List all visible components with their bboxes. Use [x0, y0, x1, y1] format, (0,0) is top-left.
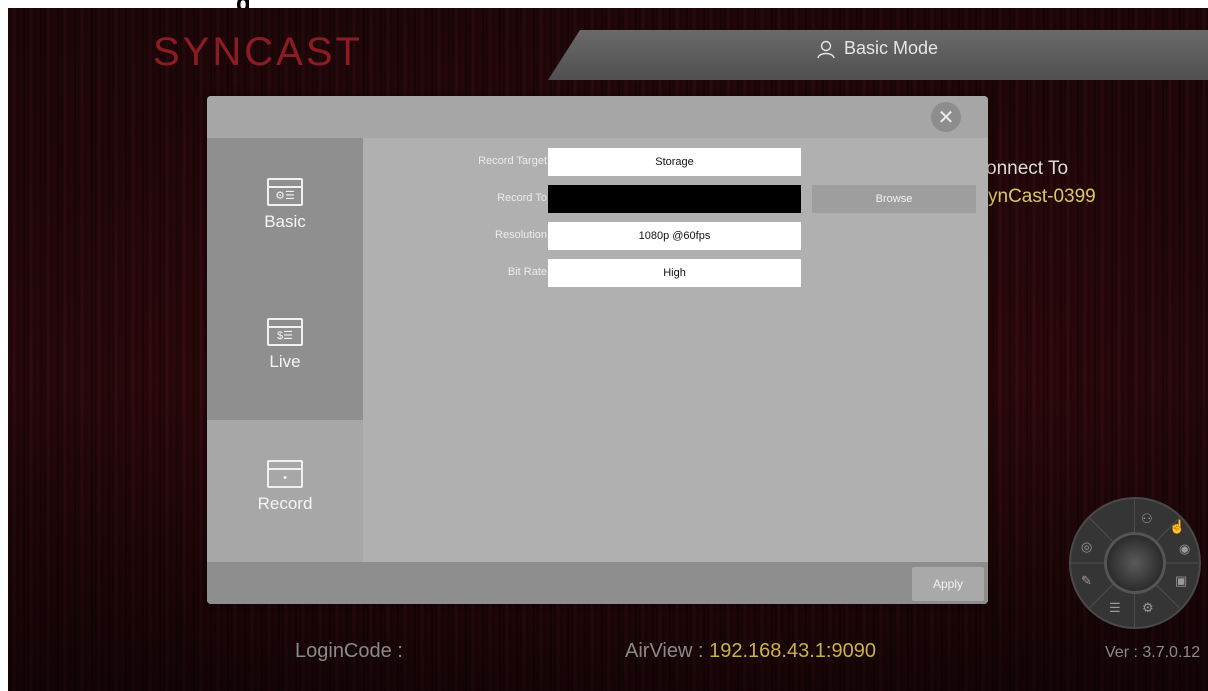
basic-icon-glyph: ⚙☰	[275, 190, 295, 202]
hand-icon[interactable]: ☝	[1169, 519, 1185, 535]
record-icon-glyph: •	[283, 472, 287, 484]
airview-label: AirView :	[625, 640, 710, 662]
record-settings-icon: •	[267, 460, 303, 488]
basic-settings-icon: ⚙☰	[267, 178, 303, 206]
gear-icon[interactable]: ⚙	[1142, 600, 1154, 616]
airview-info: AirView : 192.168.43.1:9090	[625, 640, 876, 663]
version-label: Ver : 3.7.0.12	[1105, 644, 1201, 661]
resolution-label: Resolution	[495, 229, 547, 241]
settings-dialog: ✕ ⚙☰ Basic $☰ Live • Record Record Targe…	[207, 96, 988, 604]
mode-indicator[interactable]: Basic Mode	[816, 38, 938, 59]
bit-rate-label: Bit Rate	[507, 266, 547, 278]
pen-icon[interactable]: ✎	[1081, 573, 1092, 589]
close-button[interactable]: ✕	[931, 102, 961, 132]
close-icon: ✕	[937, 106, 955, 129]
airview-address: 192.168.43.1:9090	[709, 640, 876, 662]
screen-play-icon[interactable]: ▣	[1175, 573, 1187, 589]
device-name: ynCast-0399	[988, 186, 1096, 207]
record-to-row: Record To Browse	[363, 185, 988, 213]
live-icon-glyph: $☰	[277, 330, 293, 342]
tab-basic[interactable]: ⚙☰ Basic	[207, 138, 363, 278]
apply-button[interactable]: Apply	[912, 567, 984, 601]
record-target-select[interactable]: Storage	[548, 148, 801, 176]
app-screen: SYNCAST Basic Mode onnect To ynCast-0399…	[8, 8, 1208, 691]
mode-label: Basic Mode	[844, 38, 939, 58]
record-settings-panel: Record Target Storage Record To Browse R…	[363, 138, 988, 562]
bit-rate-row: Bit Rate High	[363, 259, 988, 287]
browse-button[interactable]: Browse	[812, 185, 976, 213]
record-target-row: Record Target Storage	[363, 148, 988, 176]
eye-icon[interactable]: ◎	[1081, 539, 1092, 555]
tab-live[interactable]: $☰ Live	[207, 278, 363, 420]
wheel-center-button[interactable]	[1107, 535, 1163, 591]
tab-live-label: Live	[269, 352, 301, 371]
dialog-footer	[207, 562, 988, 604]
resolution-row: Resolution 1080p @60fps	[363, 222, 988, 250]
camera-icon[interactable]: ◉	[1179, 541, 1190, 557]
user-icon	[817, 40, 835, 58]
resolution-select[interactable]: 1080p @60fps	[548, 222, 801, 250]
user-edit-icon[interactable]: ⚇	[1141, 511, 1153, 527]
top-crop-strip: g	[0, 0, 1208, 17]
control-wheel[interactable]: ⚇ ☝ ◉ ▣ ⚙ ☰ ✎ ◎	[1070, 499, 1199, 627]
tab-record[interactable]: • Record	[207, 420, 363, 562]
list-icon[interactable]: ☰	[1109, 600, 1121, 616]
tab-record-label: Record	[257, 494, 313, 513]
login-code-label: LoginCode :	[295, 640, 403, 662]
tab-basic-label: Basic	[264, 212, 306, 231]
bit-rate-select[interactable]: High	[548, 259, 801, 287]
app-logo: SYNCAST	[153, 30, 363, 74]
record-to-label: Record To	[497, 192, 547, 204]
record-to-path-field[interactable]	[548, 185, 801, 213]
dialog-header	[207, 96, 988, 138]
record-target-label: Record Target	[478, 155, 547, 167]
connect-to-label: onnect To	[986, 158, 1069, 179]
live-settings-icon: $☰	[267, 318, 303, 346]
